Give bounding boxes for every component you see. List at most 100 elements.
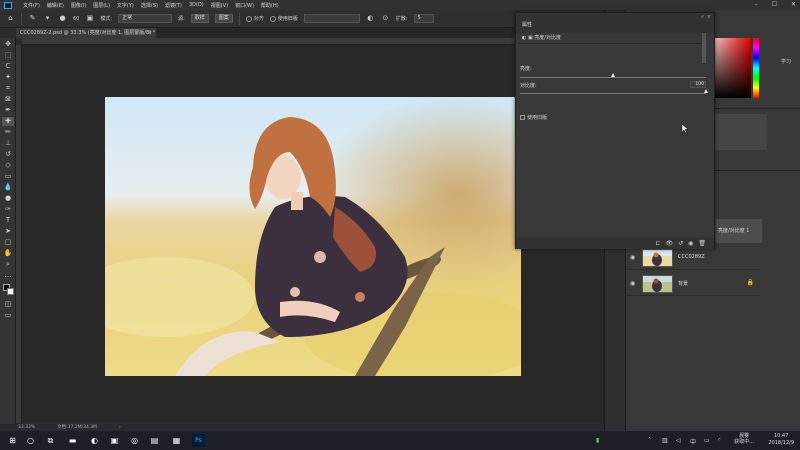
- frame-tool-icon[interactable]: ⊠: [2, 95, 14, 104]
- app-icon[interactable]: ▦: [170, 434, 183, 447]
- menu-select[interactable]: 选择(S): [141, 2, 158, 9]
- blur-tool-icon[interactable]: 💧: [2, 183, 14, 192]
- eraser-tool-icon[interactable]: ◇: [2, 161, 14, 170]
- brush-preview-icon[interactable]: ●: [58, 14, 67, 23]
- use-legacy-checkbox[interactable]: 使用旧版: [520, 114, 547, 121]
- menu-window[interactable]: 窗口(W): [235, 2, 254, 9]
- menu-file[interactable]: 文件(F): [23, 2, 40, 9]
- mode-select[interactable]: 正常: [118, 14, 173, 23]
- type-tool-icon[interactable]: T: [2, 216, 14, 225]
- app-icon[interactable]: ▤: [148, 434, 161, 447]
- learn-tab[interactable]: 学习: [781, 58, 791, 65]
- history-brush-tool-icon[interactable]: ↺: [2, 150, 14, 159]
- shape-tool-icon[interactable]: ▢: [2, 238, 14, 247]
- path-select-tool-icon[interactable]: ➤: [2, 227, 14, 236]
- toggle-visibility-icon[interactable]: ◉: [688, 240, 693, 247]
- minimize-icon[interactable]: –: [755, 1, 758, 8]
- input-method-icon[interactable]: 中: [690, 437, 696, 446]
- use-legacy-checkbox[interactable]: 使用旧版: [269, 15, 298, 22]
- more-tools-icon[interactable]: …: [2, 271, 14, 280]
- aligned-checkbox[interactable]: 对齐: [245, 15, 264, 22]
- app-icon[interactable]: ◎: [128, 434, 141, 447]
- menu-3d[interactable]: 3D(D): [189, 2, 204, 8]
- chevron-up-icon[interactable]: ˄: [648, 437, 651, 444]
- clone-stamp-tool-icon[interactable]: ⊥: [2, 139, 14, 148]
- diffusion-input[interactable]: 5: [413, 14, 434, 23]
- home-icon[interactable]: ⌂: [6, 14, 15, 23]
- layer-row-background[interactable]: ◉ 背景 🔒: [626, 272, 760, 296]
- clip-to-layer-icon[interactable]: ⊏: [655, 240, 660, 247]
- pen-tool-icon[interactable]: ✑: [2, 205, 14, 214]
- battery-icon[interactable]: ▭: [704, 437, 710, 444]
- healing-brush-icon[interactable]: ✎: [28, 14, 37, 23]
- lock-icon[interactable]: 🔒: [747, 279, 754, 286]
- weather-widget[interactable]: 晨雾 获取中...: [734, 433, 754, 445]
- wifi-icon[interactable]: ◜: [718, 437, 720, 444]
- file-explorer-icon[interactable]: ▬: [66, 434, 79, 447]
- gradient-tool-icon[interactable]: ▭: [2, 172, 14, 181]
- collapse-icon[interactable]: «: [701, 14, 704, 20]
- hand-tool-icon[interactable]: ✋: [2, 249, 14, 258]
- volume-icon[interactable]: ◁: [676, 437, 681, 444]
- eyedropper-tool-icon[interactable]: ✒: [2, 106, 14, 115]
- maximize-icon[interactable]: ☐: [772, 1, 777, 8]
- scrollbar[interactable]: [702, 33, 706, 63]
- status-arrow-icon[interactable]: ›: [119, 425, 121, 430]
- zoom-level[interactable]: 33.33%: [18, 425, 35, 430]
- visibility-eye-icon[interactable]: ◉: [630, 280, 635, 287]
- zoom-tool-icon[interactable]: ⌕: [2, 260, 14, 269]
- pressure-icon[interactable]: ⊙: [381, 14, 390, 23]
- screen-mode-icon[interactable]: ▭: [2, 311, 14, 320]
- quick-select-tool-icon[interactable]: ✦: [2, 73, 14, 82]
- brush-size[interactable]: 60: [73, 16, 79, 22]
- menu-filter[interactable]: 滤镜(T): [165, 2, 182, 9]
- menu-edit[interactable]: 编辑(E): [47, 2, 64, 9]
- menu-view[interactable]: 视图(V): [211, 2, 228, 9]
- close-icon[interactable]: ✕: [791, 1, 796, 8]
- clock[interactable]: 10:47 2018/12/9: [768, 433, 794, 447]
- source-sampled-button[interactable]: 取样: [190, 14, 209, 23]
- document-size[interactable]: 文档:17.2M/34.3M: [57, 424, 97, 430]
- brightness-slider[interactable]: [520, 77, 706, 78]
- sample-select[interactable]: [303, 14, 360, 23]
- dodge-tool-icon[interactable]: ●: [2, 194, 14, 203]
- healing-brush-tool-icon[interactable]: ✚: [2, 117, 14, 126]
- start-icon[interactable]: ⊞: [6, 434, 19, 447]
- view-previous-icon[interactable]: 👁: [665, 240, 673, 247]
- delete-icon[interactable]: 🗑: [698, 240, 706, 247]
- menu-layer[interactable]: 图层(L): [93, 2, 110, 9]
- document-photo[interactable]: [105, 97, 521, 376]
- brush-tool-icon[interactable]: ✏: [2, 128, 14, 137]
- app-icon[interactable]: ▣: [108, 434, 121, 447]
- brightness-slider-thumb[interactable]: [610, 73, 615, 77]
- menu-type[interactable]: 文字(Y): [117, 2, 134, 9]
- network-icon[interactable]: ▥: [662, 437, 668, 444]
- background-color-swatch[interactable]: [7, 288, 14, 295]
- brush-settings-icon[interactable]: ▣: [85, 14, 94, 23]
- browser-icon[interactable]: ◐: [88, 434, 101, 447]
- quick-mask-icon[interactable]: ◫: [2, 300, 14, 309]
- chevron-down-icon[interactable]: ▾: [43, 14, 52, 23]
- tray-app-icon[interactable]: ▮: [596, 437, 599, 444]
- marquee-tool-icon[interactable]: ⬚: [2, 51, 14, 60]
- layer-name[interactable]: 背景: [678, 280, 688, 287]
- contrast-slider-thumb[interactable]: [703, 89, 708, 93]
- move-tool-icon[interactable]: ✥: [2, 40, 14, 49]
- reset-icon[interactable]: ↺: [678, 240, 683, 247]
- layer-row-photo[interactable]: ◉ CCC0289Z: [626, 246, 760, 270]
- layer-name[interactable]: 亮度/对比度 1: [716, 219, 762, 243]
- document-tab[interactable]: CCC0289Z-2.psd @ 33.3% (亮度/对比度 1, 图层蒙版/8…: [16, 28, 156, 38]
- search-icon[interactable]: ○: [24, 434, 37, 447]
- hue-slider[interactable]: [753, 38, 759, 98]
- lasso-tool-icon[interactable]: ᑕ: [2, 62, 14, 71]
- close-icon[interactable]: ×: [707, 14, 711, 20]
- menu-help[interactable]: 帮助(H): [261, 2, 279, 9]
- contrast-slider[interactable]: [520, 93, 706, 94]
- crop-tool-icon[interactable]: ⌗: [2, 84, 14, 93]
- visibility-eye-icon[interactable]: ◉: [630, 254, 635, 261]
- close-tab-icon[interactable]: ×: [148, 28, 152, 38]
- menu-image[interactable]: 图像(I): [71, 2, 86, 9]
- layer-name[interactable]: CCC0289Z: [678, 254, 705, 260]
- contrast-value[interactable]: 100: [690, 81, 706, 88]
- task-view-icon[interactable]: ⧉: [44, 434, 57, 447]
